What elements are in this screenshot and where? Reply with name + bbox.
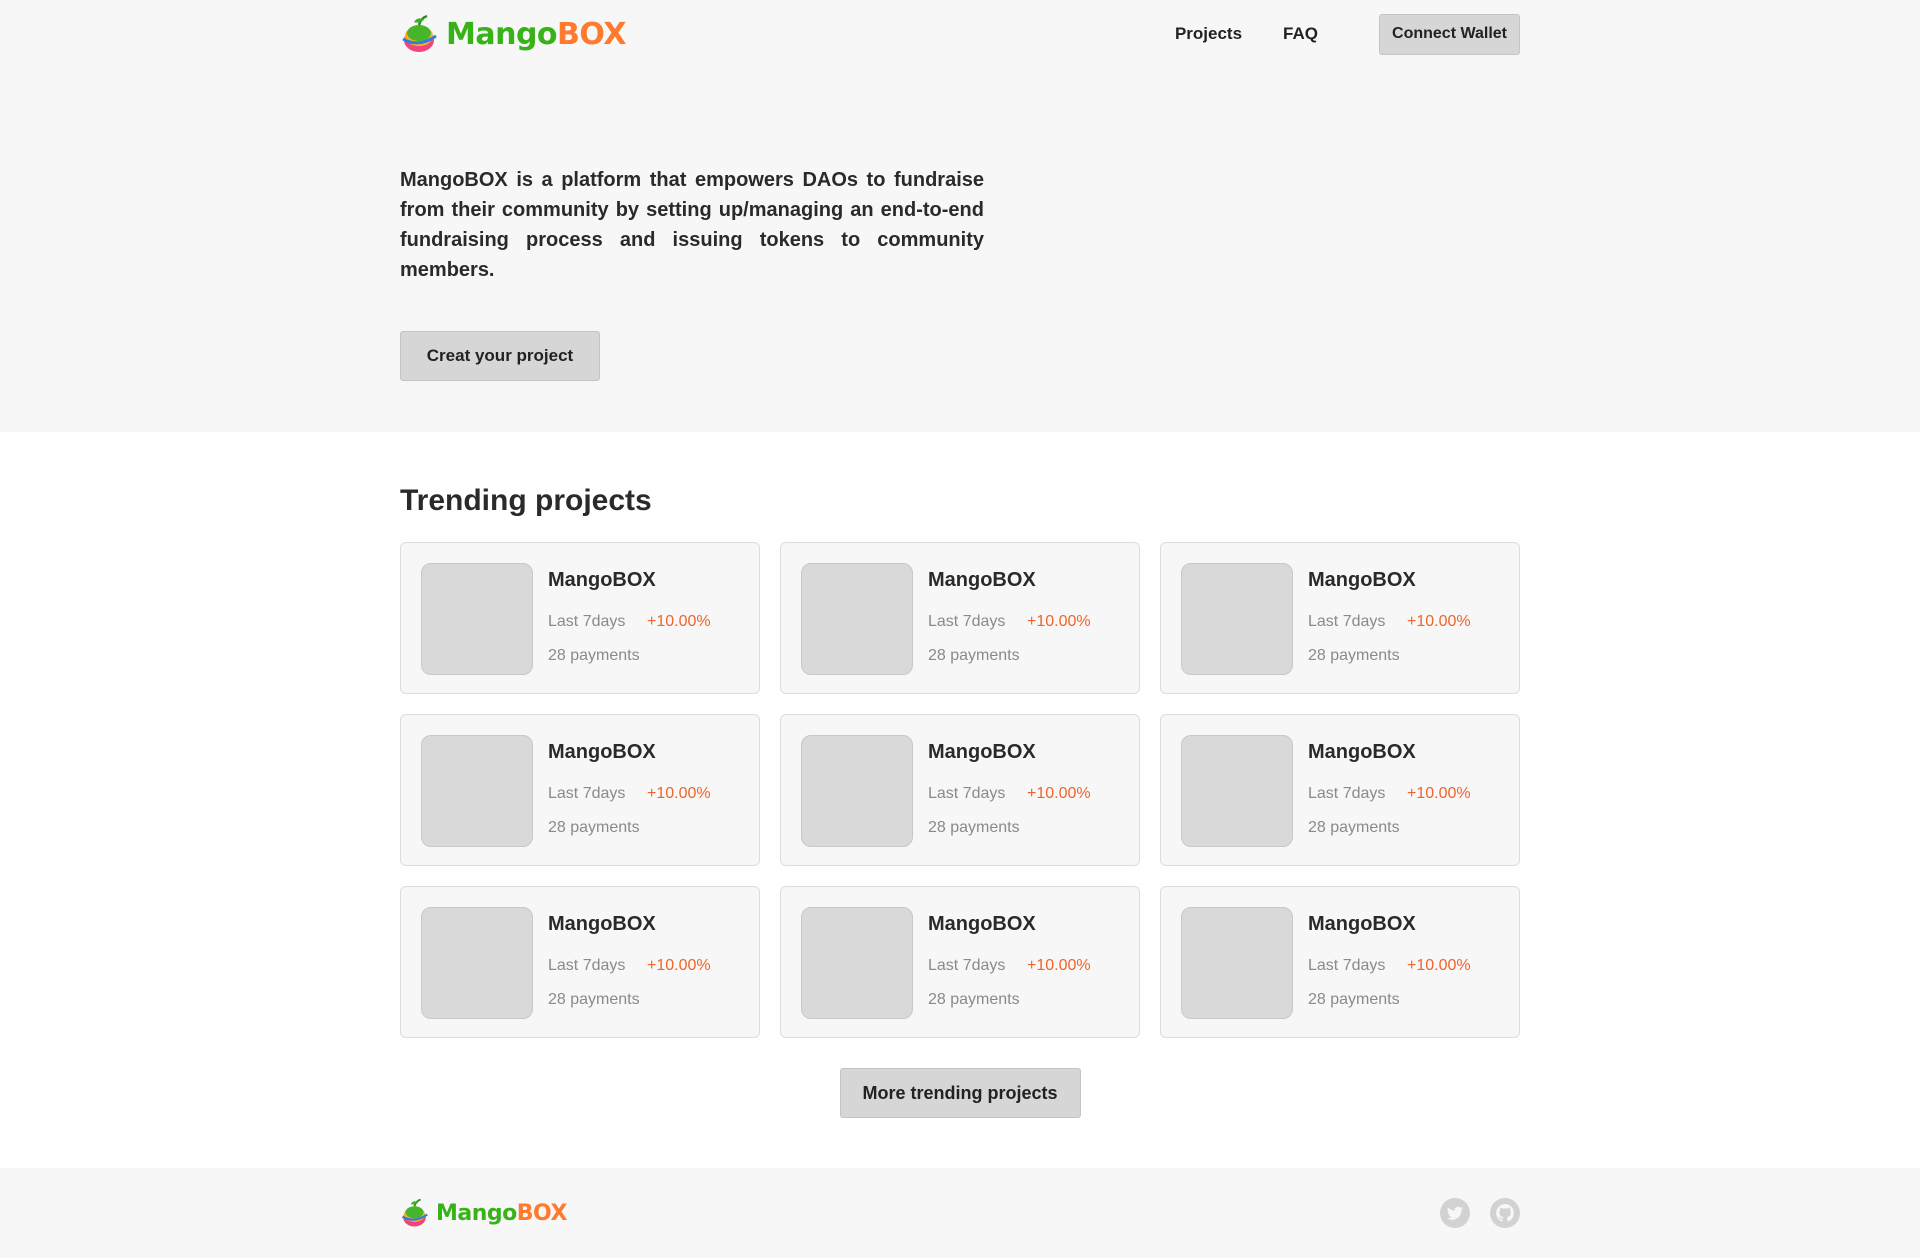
project-change: +10.00% (1027, 785, 1091, 802)
trending-title: Trending projects (400, 484, 652, 517)
project-card[interactable]: MangoBOX Last 7days +10.00% 28 payments (400, 886, 760, 1038)
project-thumbnail (801, 907, 913, 1019)
project-change: +10.00% (1407, 785, 1471, 802)
project-payments: 28 payments (548, 647, 640, 664)
more-trending-button[interactable]: More trending projects (839, 1068, 1081, 1118)
connect-wallet-button[interactable]: Connect Wallet (1379, 13, 1520, 55)
project-payments: 28 payments (928, 819, 1020, 836)
project-period: Last 7days (928, 785, 1006, 802)
nav-faq[interactable]: FAQ (1283, 24, 1318, 44)
project-change: +10.00% (1027, 613, 1091, 630)
project-name: MangoBOX (928, 741, 1036, 763)
project-name: MangoBOX (928, 913, 1036, 935)
footer: MangoBOX (0, 1168, 1920, 1258)
project-payments: 28 payments (928, 647, 1020, 664)
project-name: MangoBOX (1308, 913, 1416, 935)
project-card[interactable]: MangoBOX Last 7days +10.00% 28 payments (400, 714, 760, 866)
main-nav: Projects FAQ Connect Wallet (1175, 13, 1520, 55)
brand-name: MangoBOX (446, 16, 626, 52)
project-change: +10.00% (647, 957, 711, 974)
project-payments: 28 payments (1308, 991, 1400, 1008)
project-period: Last 7days (548, 785, 626, 802)
project-period: Last 7days (548, 957, 626, 974)
project-change: +10.00% (647, 785, 711, 802)
project-card[interactable]: MangoBOX Last 7days +10.00% 28 payments (780, 542, 1140, 694)
project-card[interactable]: MangoBOX Last 7days +10.00% 28 payments (1160, 886, 1520, 1038)
project-payments: 28 payments (928, 991, 1020, 1008)
project-change: +10.00% (647, 613, 711, 630)
project-period: Last 7days (928, 957, 1006, 974)
project-thumbnail (421, 907, 533, 1019)
trending-grid: MangoBOX Last 7days +10.00% 28 payments … (400, 542, 1520, 1038)
project-payments: 28 payments (1308, 819, 1400, 836)
project-thumbnail (801, 563, 913, 675)
project-thumbnail (1181, 735, 1293, 847)
project-name: MangoBOX (548, 741, 656, 763)
project-change: +10.00% (1027, 957, 1091, 974)
trending-section: Trending projects MangoBOX Last 7days +1… (0, 432, 1920, 1168)
create-project-button[interactable]: Creat your project (400, 331, 600, 381)
project-payments: 28 payments (548, 819, 640, 836)
mango-logo-icon (401, 1198, 428, 1227)
project-name: MangoBOX (1308, 569, 1416, 591)
project-change: +10.00% (1407, 613, 1471, 630)
project-thumbnail (1181, 563, 1293, 675)
project-name: MangoBOX (1308, 741, 1416, 763)
project-change: +10.00% (1407, 957, 1471, 974)
project-card[interactable]: MangoBOX Last 7days +10.00% 28 payments (1160, 714, 1520, 866)
footer-brand-name: MangoBOX (436, 1200, 567, 1226)
project-payments: 28 payments (548, 991, 640, 1008)
project-period: Last 7days (548, 613, 626, 630)
project-name: MangoBOX (928, 569, 1036, 591)
header-logo[interactable]: MangoBOX (400, 14, 626, 54)
project-thumbnail (421, 563, 533, 675)
hero-section: MangoBOX Projects FAQ Connect Wallet Man… (0, 0, 1920, 432)
top-navbar: MangoBOX Projects FAQ Connect Wallet (400, 0, 1520, 68)
project-thumbnail (421, 735, 533, 847)
hero-description: MangoBOX is a platform that empowers DAO… (400, 169, 984, 281)
project-period: Last 7days (1308, 785, 1386, 802)
project-card[interactable]: MangoBOX Last 7days +10.00% 28 payments (780, 714, 1140, 866)
project-period: Last 7days (1308, 957, 1386, 974)
project-payments: 28 payments (1308, 647, 1400, 664)
project-card[interactable]: MangoBOX Last 7days +10.00% 28 payments (400, 542, 760, 694)
project-card[interactable]: MangoBOX Last 7days +10.00% 28 payments (780, 886, 1140, 1038)
social-links (1420, 1198, 1520, 1228)
project-thumbnail (1181, 907, 1293, 1019)
project-thumbnail (801, 735, 913, 847)
nav-projects[interactable]: Projects (1175, 24, 1242, 44)
footer-logo[interactable]: MangoBOX (400, 1198, 567, 1228)
project-card[interactable]: MangoBOX Last 7days +10.00% 28 payments (1160, 542, 1520, 694)
project-period: Last 7days (1308, 613, 1386, 630)
mango-logo-icon (402, 14, 437, 52)
github-icon[interactable] (1490, 1198, 1520, 1228)
twitter-icon[interactable] (1440, 1198, 1470, 1228)
project-name: MangoBOX (548, 569, 656, 591)
project-period: Last 7days (928, 613, 1006, 630)
project-name: MangoBOX (548, 913, 656, 935)
